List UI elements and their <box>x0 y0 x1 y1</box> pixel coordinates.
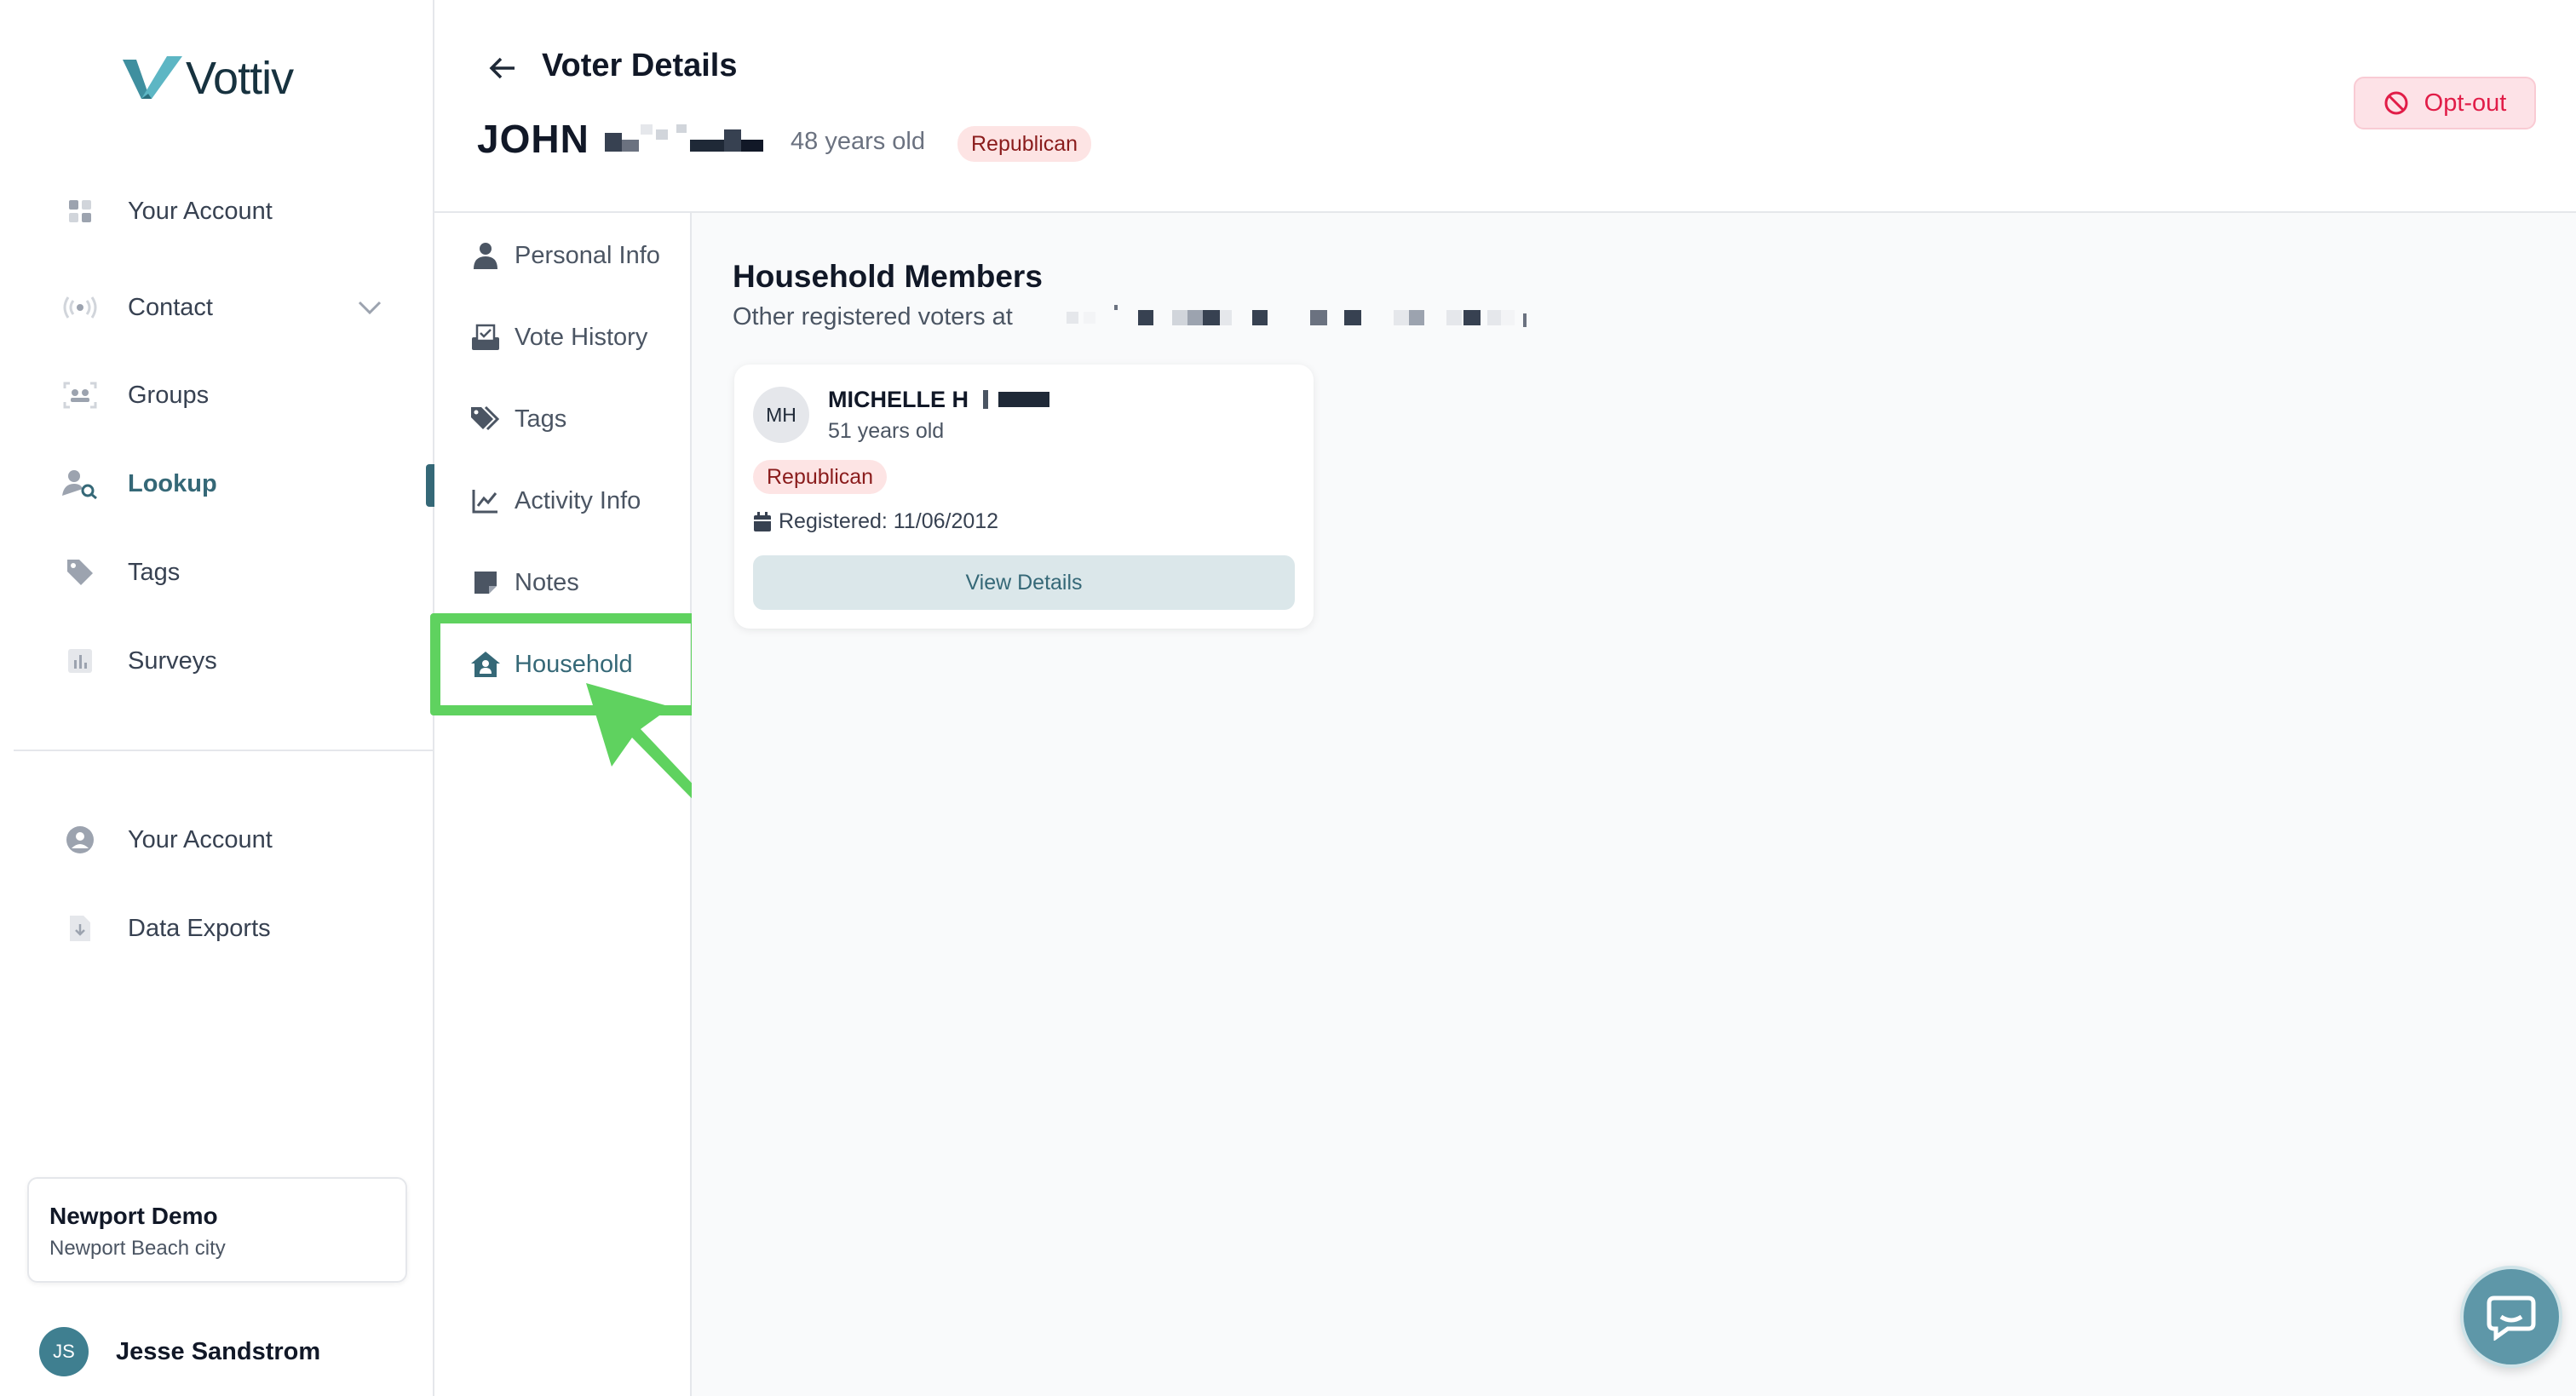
sidebar-item-groups[interactable]: Groups <box>61 370 402 421</box>
redacted-address <box>1067 305 1527 327</box>
sidebar-item-tags[interactable]: Tags <box>61 547 402 598</box>
org-subtitle: Newport Beach city <box>49 1237 226 1260</box>
ballot-icon <box>469 320 503 354</box>
divider <box>14 750 434 751</box>
view-details-button[interactable]: View Details <box>753 555 1295 610</box>
sidebar-item-account-settings[interactable]: Your Account <box>61 814 402 865</box>
tab-label: Personal Info <box>515 241 660 269</box>
sidebar: Vottiv Your Account Contact Groups Looku… <box>0 0 434 1396</box>
grid-icon <box>61 192 99 230</box>
block-icon <box>2384 91 2408 115</box>
tag-icon <box>61 554 99 591</box>
tab-tags[interactable]: Tags <box>469 395 566 443</box>
tab-label: Activity Info <box>515 486 641 514</box>
person-icon <box>469 238 503 273</box>
redacted-surname <box>605 124 763 152</box>
redacted-member-surname <box>983 390 1049 409</box>
user-search-icon <box>61 465 99 503</box>
household-member-card: MH MICHELLE H 51 years old Republican Re… <box>734 365 1314 629</box>
user-circle-icon <box>61 821 99 859</box>
section-title: Household Members <box>733 259 1043 294</box>
sidebar-item-data-exports[interactable]: Data Exports <box>61 903 402 954</box>
voter-age: 48 years old <box>791 128 925 155</box>
sidebar-item-label: Your Account <box>128 825 273 853</box>
organization-card[interactable]: Newport Demo Newport Beach city <box>27 1177 407 1283</box>
vottiv-logo-icon <box>123 56 182 99</box>
member-age: 51 years old <box>828 419 945 443</box>
sidebar-item-lookup[interactable]: Lookup <box>61 458 402 509</box>
logo-text: Vottiv <box>186 53 294 104</box>
tags-icon <box>469 402 503 436</box>
chat-support-button[interactable] <box>2460 1266 2562 1368</box>
line-chart-icon <box>469 484 503 518</box>
download-file-icon <box>61 910 99 947</box>
logo[interactable]: Vottiv <box>123 51 294 106</box>
party-badge: Republican <box>957 126 1092 162</box>
tab-label: Vote History <box>515 323 648 351</box>
bar-chart-icon <box>61 642 99 680</box>
voter-name: JOHN <box>477 117 589 161</box>
tab-label: Tags <box>515 405 567 433</box>
opt-out-button[interactable]: Opt-out <box>2354 77 2536 129</box>
sidebar-item-label: Tags <box>128 558 181 586</box>
group-icon <box>61 376 99 414</box>
chat-icon <box>2487 1295 2536 1341</box>
sidebar-item-label: Your Account <box>128 197 273 225</box>
back-arrow-icon[interactable] <box>486 51 520 85</box>
sidebar-item-label: Groups <box>128 381 210 409</box>
chevron-down-icon[interactable] <box>356 294 383 325</box>
tab-personal-info[interactable]: Personal Info <box>469 232 660 279</box>
tab-label: Notes <box>515 568 579 596</box>
page-header: Voter Details JOHN 48 years old Republic… <box>434 0 2576 213</box>
sidebar-item-label: Data Exports <box>128 914 271 942</box>
sidebar-item-label: Surveys <box>128 646 217 675</box>
current-user[interactable]: JS Jesse Sandstrom <box>39 1327 320 1376</box>
sidebar-item-contact[interactable]: Contact <box>61 282 402 333</box>
avatar: MH <box>753 387 809 443</box>
sidebar-item-your-account[interactable]: Your Account <box>61 186 402 237</box>
sidebar-item-label: Lookup <box>128 469 217 497</box>
org-name: Newport Demo <box>49 1203 218 1229</box>
member-name: MICHELLE H <box>828 387 969 412</box>
registration-date: Registered: 11/06/2012 <box>753 509 998 534</box>
calendar-icon <box>754 511 771 531</box>
avatar: JS <box>39 1327 89 1376</box>
section-subtitle: Other registered voters at <box>733 303 1013 330</box>
sidebar-item-label: Contact <box>128 293 213 321</box>
household-panel: Household Members Other registered voter… <box>692 213 2576 1396</box>
active-indicator <box>426 464 434 507</box>
sidebar-item-surveys[interactable]: Surveys <box>61 635 402 687</box>
broadcast-icon <box>61 289 99 326</box>
party-badge: Republican <box>753 460 888 494</box>
page-title: Voter Details <box>542 48 738 83</box>
tab-vote-history[interactable]: Vote History <box>469 313 647 361</box>
tab-activity-info[interactable]: Activity Info <box>469 477 641 525</box>
tab-notes[interactable]: Notes <box>469 559 579 606</box>
registration-text: Registered: 11/06/2012 <box>779 509 999 533</box>
note-icon <box>469 566 503 600</box>
opt-out-label: Opt-out <box>2424 89 2507 117</box>
user-name: Jesse Sandstrom <box>116 1337 321 1365</box>
